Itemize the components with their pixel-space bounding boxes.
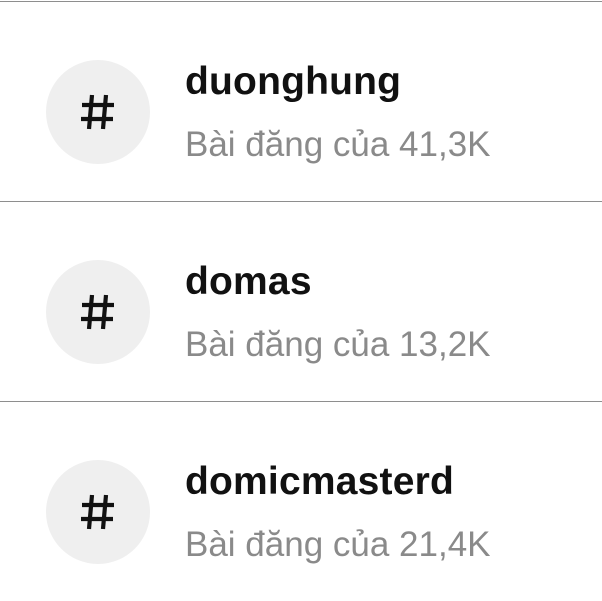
- hashtag-name: domicmasterd: [185, 460, 454, 503]
- hashtag-post-count: Bài đăng của 41,3K: [185, 125, 491, 164]
- hashtag-post-count: Bài đăng của 13,2K: [185, 325, 491, 364]
- hashtag-icon: [46, 60, 150, 164]
- hashtag-post-count: Bài đăng của 21,4K: [185, 525, 491, 564]
- hashtag-result-item[interactable]: duonghung Bài đăng của 41,3K: [0, 1, 602, 201]
- hashtag-results-list: duonghung Bài đăng của 41,3K domas Bài đ…: [0, 0, 602, 600]
- hashtag-result-item[interactable]: domas Bài đăng của 13,2K: [0, 201, 602, 401]
- hashtag-result-item[interactable]: domicmasterd Bài đăng của 21,4K: [0, 401, 602, 601]
- hashtag-icon: [46, 260, 150, 364]
- hashtag-icon: [46, 460, 150, 564]
- hashtag-name: domas: [185, 260, 312, 303]
- hashtag-name: duonghung: [185, 60, 402, 103]
